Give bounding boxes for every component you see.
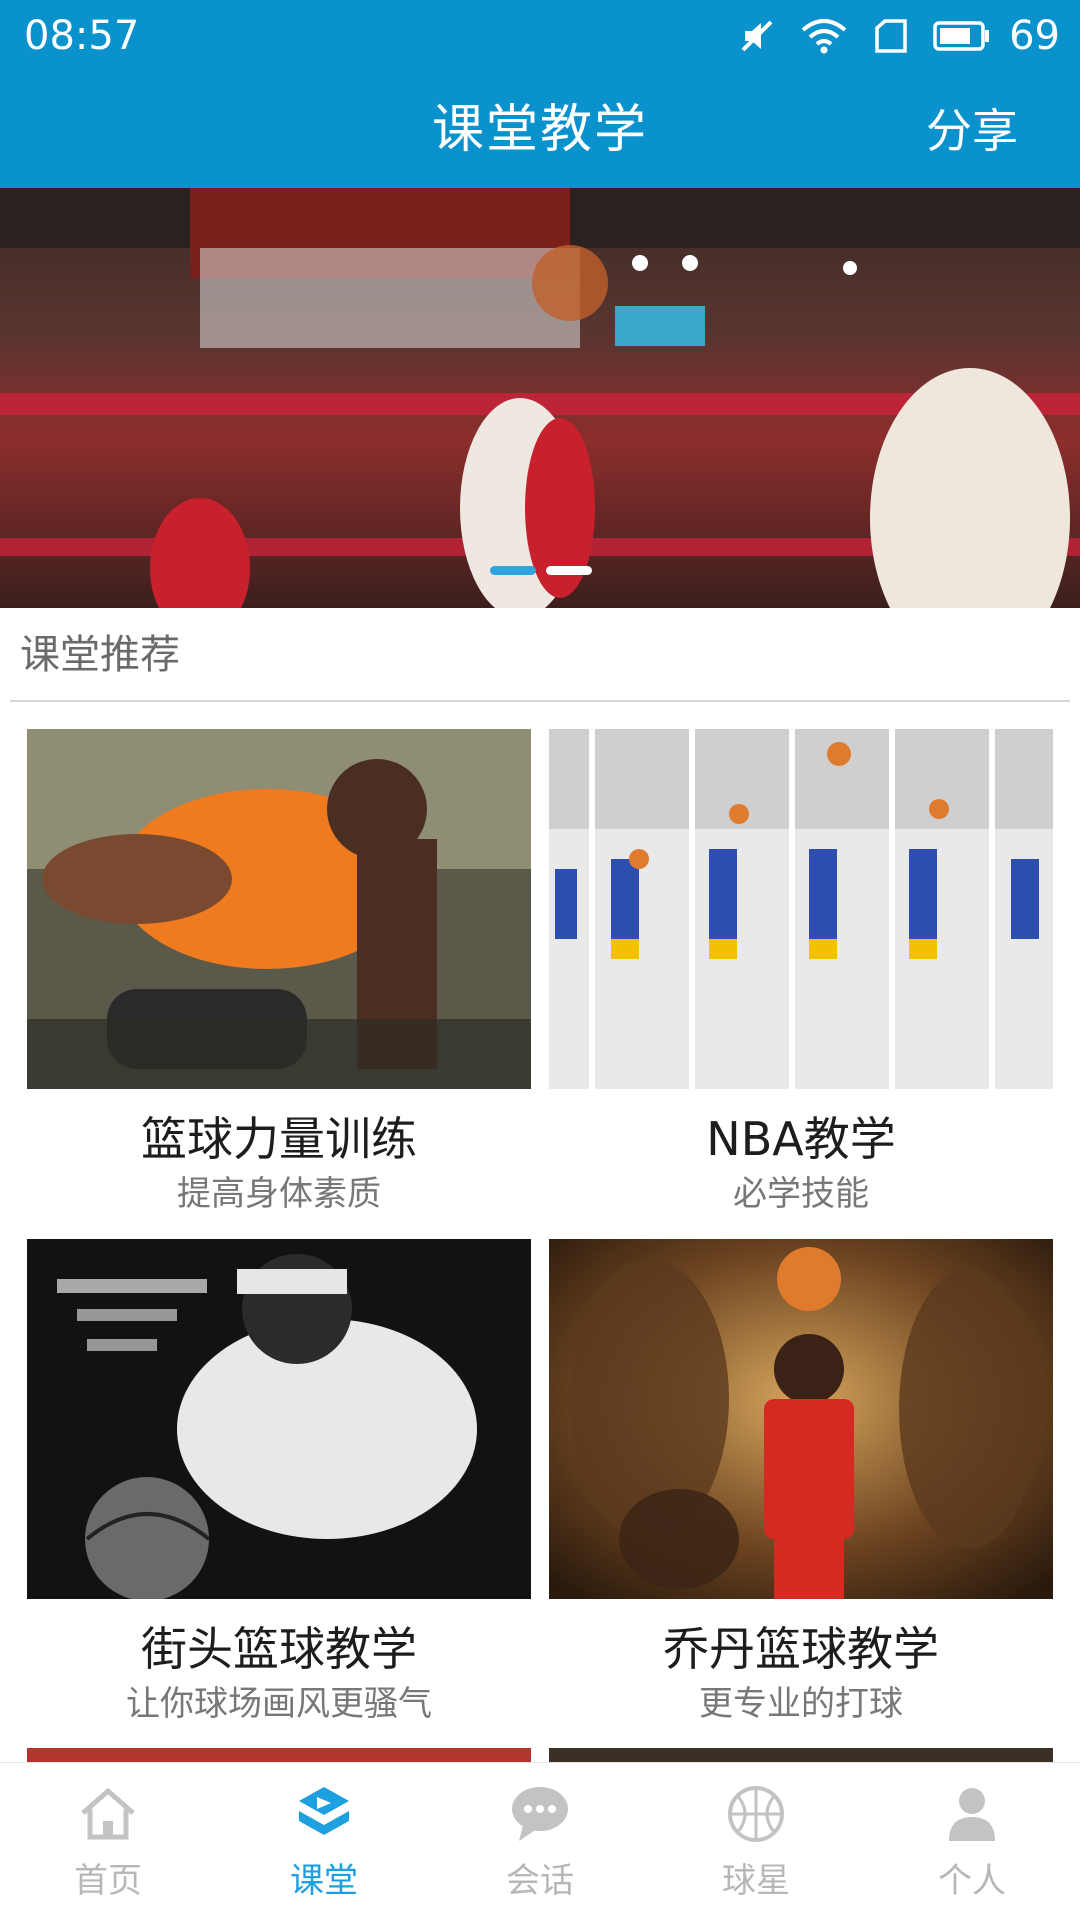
nav-label: 课堂 xyxy=(290,1861,358,1901)
home-icon xyxy=(81,1788,135,1840)
banner-image xyxy=(0,188,1080,608)
bottom-navigation: 首页 课堂 会话 球星 个人 xyxy=(0,1762,1080,1920)
course-subtitle: 更专业的打球 xyxy=(699,1684,903,1724)
nav-item-classroom[interactable]: 课堂 xyxy=(216,1763,432,1920)
nav-item-chat[interactable]: 会话 xyxy=(432,1763,648,1920)
page-title: 课堂教学 xyxy=(431,100,648,160)
course-subtitle: 让你球场画风更骚气 xyxy=(126,1684,432,1724)
banner-carousel[interactable] xyxy=(0,188,1080,608)
nav-item-home[interactable]: 首页 xyxy=(0,1763,216,1920)
course-thumbnail xyxy=(549,729,1053,1089)
share-button[interactable]: 分享 xyxy=(926,102,1018,160)
status-time: 08:57 xyxy=(24,13,140,59)
carousel-dot[interactable] xyxy=(490,566,536,575)
course-thumbnail xyxy=(27,729,531,1089)
nav-item-profile[interactable]: 个人 xyxy=(864,1763,1080,1920)
basketball-icon xyxy=(728,1786,784,1842)
section-title: 课堂推荐 xyxy=(20,632,180,678)
course-card[interactable]: NBA教学 必学技能 xyxy=(549,729,1053,1217)
nav-label: 个人 xyxy=(938,1861,1006,1901)
chat-icon xyxy=(512,1787,568,1841)
course-title: 篮球力量训练 xyxy=(141,1112,417,1166)
nav-label: 球星 xyxy=(722,1861,790,1901)
course-subtitle: 提高身体素质 xyxy=(177,1174,381,1214)
nav-label: 会话 xyxy=(506,1861,574,1901)
course-thumbnail xyxy=(549,1239,1053,1599)
course-card-peek[interactable] xyxy=(549,1748,1053,1762)
course-card-peek[interactable] xyxy=(27,1748,531,1762)
classroom-icon xyxy=(299,1787,349,1835)
mute-icon xyxy=(741,20,773,52)
battery-icon xyxy=(933,21,990,51)
course-title: NBA教学 xyxy=(706,1112,896,1166)
course-thumbnail xyxy=(27,1239,531,1599)
person-icon xyxy=(949,1788,995,1841)
nav-label: 首页 xyxy=(74,1861,142,1901)
carousel-indicator xyxy=(490,566,592,575)
section-divider xyxy=(10,700,1070,702)
course-title: 乔丹篮球教学 xyxy=(663,1622,939,1676)
battery-level: 69 xyxy=(1009,13,1060,59)
sim-icon xyxy=(875,19,907,53)
course-card[interactable]: 街头篮球教学 让你球场画风更骚气 xyxy=(27,1239,531,1727)
status-icons: 69 xyxy=(737,12,1060,60)
course-card[interactable]: 篮球力量训练 提高身体素质 xyxy=(27,729,531,1217)
carousel-dot[interactable] xyxy=(546,566,592,575)
app-header: 08:57 69 课堂教学 分享 xyxy=(0,0,1080,188)
course-subtitle: 必学技能 xyxy=(733,1174,869,1214)
course-title: 街头篮球教学 xyxy=(141,1622,417,1676)
course-card[interactable]: 乔丹篮球教学 更专业的打球 xyxy=(549,1239,1053,1727)
wifi-icon xyxy=(801,19,847,54)
nav-item-stars[interactable]: 球星 xyxy=(648,1763,864,1920)
